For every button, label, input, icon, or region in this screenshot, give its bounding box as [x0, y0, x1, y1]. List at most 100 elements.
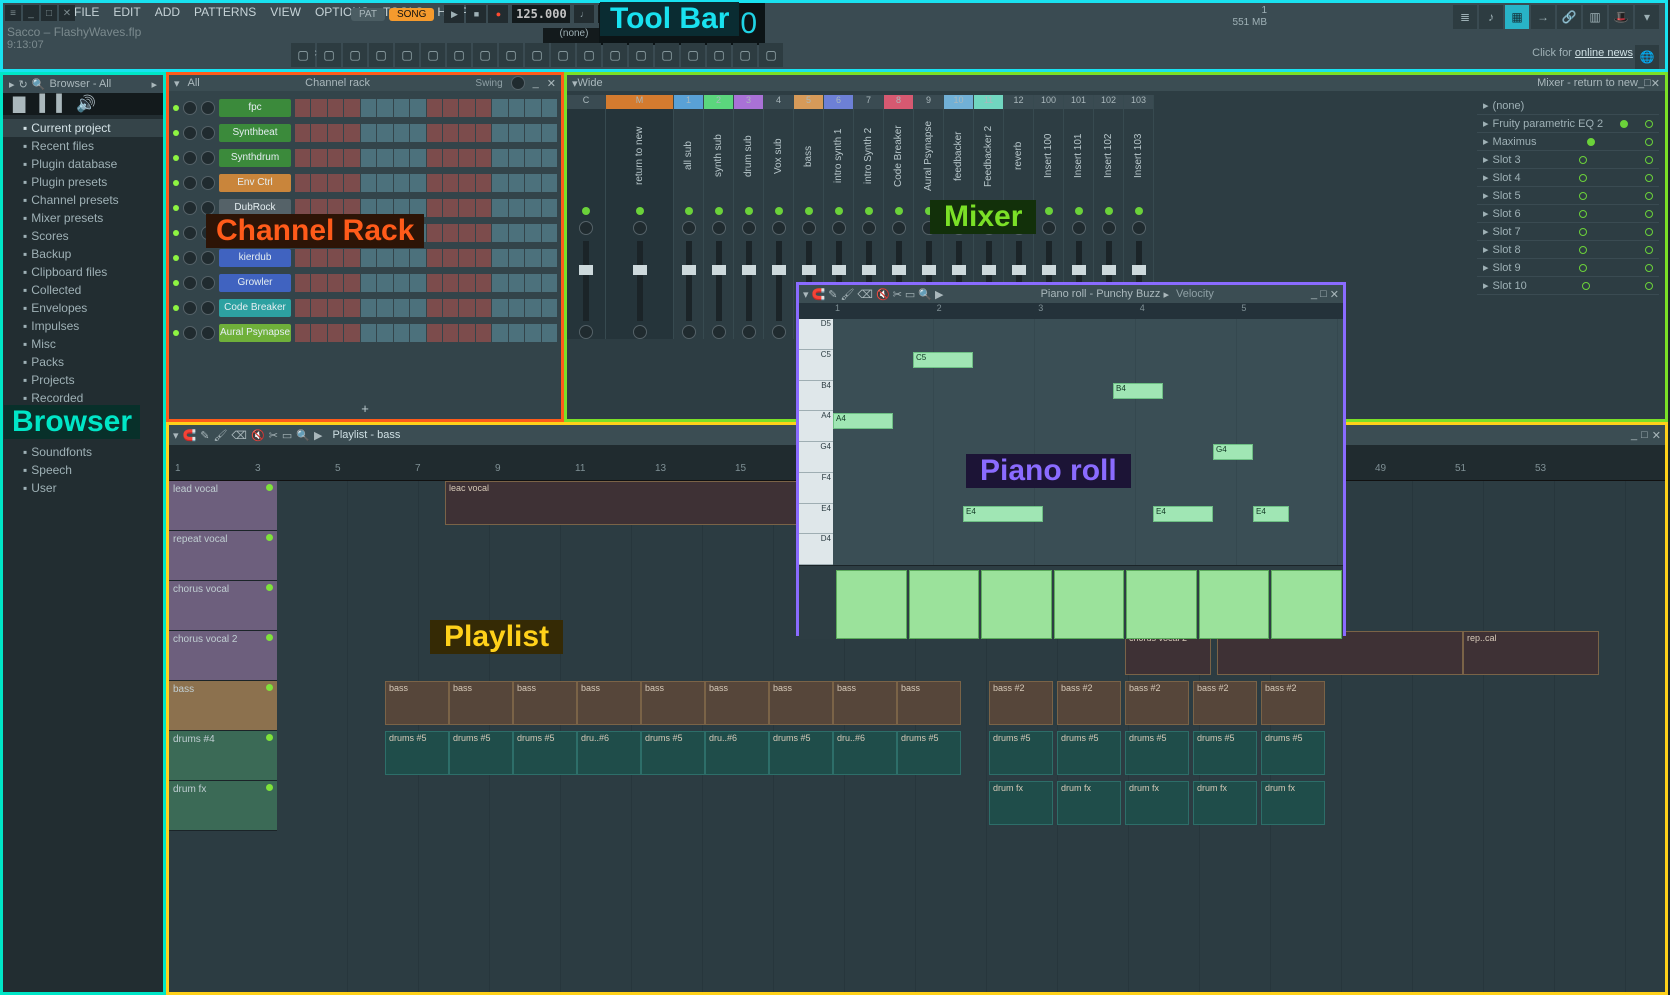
velocity-bar[interactable] — [836, 570, 907, 639]
velocity-bar[interactable] — [1126, 570, 1197, 639]
enable-led[interactable] — [1579, 246, 1587, 254]
step-cell[interactable] — [377, 99, 392, 117]
clip[interactable]: bass — [385, 681, 449, 725]
step-cell[interactable] — [525, 299, 540, 317]
step-cell[interactable] — [295, 174, 310, 192]
step-cell[interactable] — [476, 149, 491, 167]
vol-knob[interactable] — [201, 326, 215, 340]
step-cell[interactable] — [410, 299, 425, 317]
browser-item[interactable]: ▪Impulses — [3, 317, 163, 335]
pr-close-icon[interactable]: ✕ — [1330, 288, 1339, 301]
pat-label[interactable]: PAT — [351, 8, 385, 21]
step-cell[interactable] — [344, 249, 359, 267]
step-cell[interactable] — [427, 124, 442, 142]
browser-item[interactable]: ▪Speech — [3, 461, 163, 479]
channel-led[interactable] — [173, 305, 179, 311]
pl-max-icon[interactable]: □ — [1641, 429, 1648, 441]
step-cell[interactable] — [295, 299, 310, 317]
mix-led[interactable] — [1645, 282, 1653, 290]
clip[interactable]: bass #2 — [1125, 681, 1189, 725]
step-cell[interactable] — [443, 324, 458, 342]
step-cell[interactable] — [525, 249, 540, 267]
clip[interactable]: bass — [705, 681, 769, 725]
vol-knob[interactable] — [201, 101, 215, 115]
step-cell[interactable] — [525, 174, 540, 192]
clip[interactable]: drums #5 — [989, 731, 1053, 775]
vol-knob[interactable] — [201, 251, 215, 265]
step-cell[interactable] — [525, 274, 540, 292]
pr-zoom-icon[interactable]: 🔍 — [918, 288, 932, 301]
step-cell[interactable] — [410, 174, 425, 192]
vol-knob[interactable] — [201, 126, 215, 140]
step-cell[interactable] — [443, 274, 458, 292]
enable-led[interactable] — [1582, 282, 1590, 290]
record-button[interactable]: ● — [488, 5, 508, 23]
pan-knob[interactable] — [183, 251, 197, 265]
mix-led[interactable] — [1645, 246, 1653, 254]
pan-knob[interactable] — [802, 221, 816, 235]
step-cell[interactable] — [476, 299, 491, 317]
enable-led[interactable] — [1579, 156, 1587, 164]
clip[interactable]: rep..cal — [1463, 631, 1599, 675]
vol-knob[interactable] — [201, 276, 215, 290]
clip[interactable]: drums #5 — [449, 731, 513, 775]
step-cell[interactable] — [476, 124, 491, 142]
step-cell[interactable] — [311, 149, 326, 167]
channel-button[interactable]: Code Breaker — [219, 299, 291, 317]
step-cell[interactable] — [509, 299, 524, 317]
track-header[interactable]: drums #4 — [169, 731, 277, 781]
select-icon[interactable]: ▭ — [282, 429, 292, 442]
mixer-close-icon[interactable]: ✕ — [1651, 77, 1660, 90]
step-cell[interactable] — [328, 99, 343, 117]
step-cell[interactable] — [459, 324, 474, 342]
step-cell[interactable] — [410, 324, 425, 342]
channel-led[interactable] — [173, 180, 179, 186]
step-cell[interactable] — [542, 99, 557, 117]
step-cell[interactable] — [328, 299, 343, 317]
step-cell[interactable] — [295, 324, 310, 342]
mic-icon[interactable]: ▢ — [759, 43, 783, 67]
step-cell[interactable] — [311, 99, 326, 117]
stop-button[interactable]: ■ — [466, 5, 486, 23]
step-cell[interactable] — [377, 324, 392, 342]
pan-knob[interactable] — [1042, 221, 1056, 235]
step-cell[interactable] — [525, 124, 540, 142]
browser-title-bar[interactable]: ▸ ↻ 🔍 Browser - All ▸ — [3, 75, 163, 93]
step-cell[interactable] — [427, 324, 442, 342]
velocity-bar[interactable] — [909, 570, 980, 639]
mixer-icon[interactable]: → — [1531, 5, 1555, 29]
mute-led[interactable] — [582, 207, 590, 215]
step-cell[interactable] — [394, 274, 409, 292]
play-button[interactable]: ▶ — [444, 5, 464, 23]
pr-chevron-icon[interactable]: ▸ — [1163, 288, 1169, 301]
pan-knob[interactable] — [772, 221, 786, 235]
draw-icon[interactable]: ▢ — [525, 43, 549, 67]
pr-erase-icon[interactable]: ⌫ — [857, 288, 873, 301]
enable-led[interactable] — [1620, 120, 1628, 128]
step-cell[interactable] — [394, 324, 409, 342]
piano-key[interactable]: F4 — [799, 473, 833, 504]
track-header[interactable]: bass — [169, 681, 277, 731]
pr-brush-icon[interactable]: 🖌 — [840, 288, 854, 301]
piano-key[interactable]: E4 — [799, 504, 833, 535]
snap-cell-icon[interactable]: ▢ — [499, 43, 523, 67]
snap-line-icon[interactable]: ▢ — [473, 43, 497, 67]
step-cell[interactable] — [361, 249, 376, 267]
browser-icon[interactable]: 🔗 — [1557, 5, 1581, 29]
step-cell[interactable] — [295, 249, 310, 267]
channel-led[interactable] — [173, 205, 179, 211]
step-cell[interactable] — [427, 174, 442, 192]
step-cell[interactable] — [509, 99, 524, 117]
cut-icon[interactable]: ▢ — [577, 43, 601, 67]
overdub-icon[interactable]: ▢ — [343, 43, 367, 67]
step-cell[interactable] — [542, 274, 557, 292]
tempo-display[interactable]: 125.000 — [512, 5, 570, 23]
pr-pencil-icon[interactable]: ✎ — [828, 288, 837, 301]
search-icon[interactable]: 🔍 — [32, 78, 46, 91]
track-led[interactable] — [266, 684, 273, 691]
step-cell[interactable] — [542, 174, 557, 192]
step-cell[interactable] — [492, 274, 507, 292]
pan-knob[interactable] — [862, 221, 876, 235]
vol-knob[interactable] — [201, 176, 215, 190]
step-cell[interactable] — [344, 299, 359, 317]
